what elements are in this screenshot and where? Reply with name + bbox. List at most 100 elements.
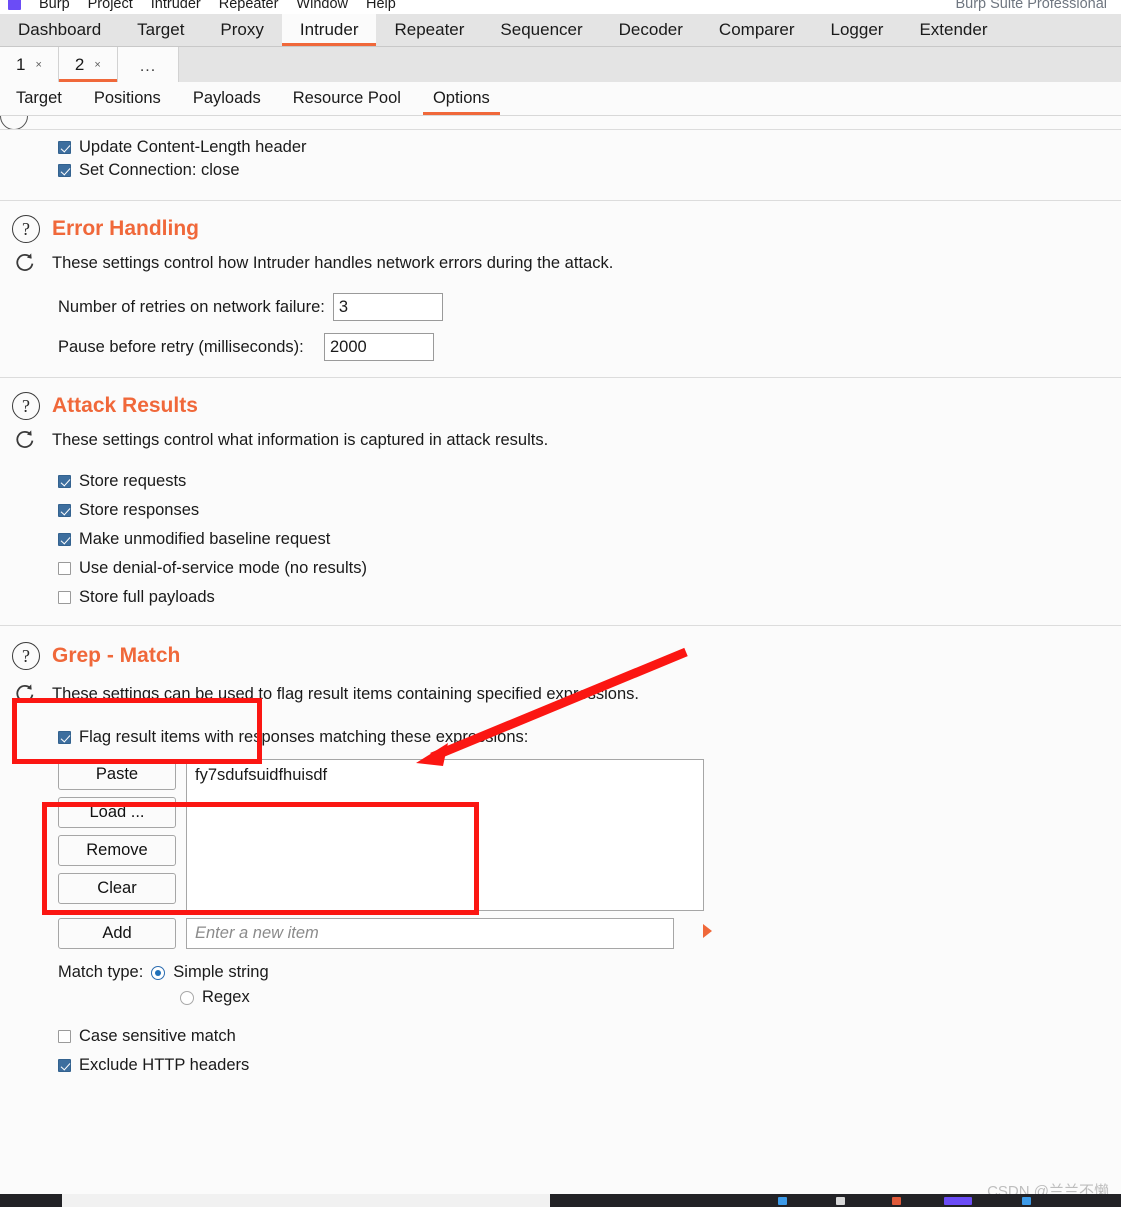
taskbar-window-strip	[62, 1194, 550, 1207]
radio-label: Regex	[202, 988, 250, 1006]
section-description: These settings can be used to flag resul…	[52, 684, 639, 703]
taskbar-icon-2[interactable]	[836, 1197, 845, 1205]
checkbox-exclude-http-headers[interactable]	[58, 1059, 71, 1072]
checkbox-baseline-request[interactable]	[58, 533, 71, 546]
menu-item-help[interactable]: Help	[366, 0, 396, 12]
menu-item-project[interactable]: Project	[88, 0, 133, 12]
subtab-payloads[interactable]: Payloads	[177, 82, 277, 115]
request-headers-section: Update Content-Length header Set Connect…	[0, 130, 1121, 200]
checkbox-label: Exclude HTTP headers	[79, 1056, 250, 1074]
retries-field-row[interactable]: Number of retries on network failure: 3	[0, 283, 1121, 323]
checkbox-case-sensitive-match[interactable]	[58, 1030, 71, 1043]
taskbar-icon-4[interactable]	[944, 1197, 972, 1205]
expand-right-triangle-icon[interactable]	[703, 924, 712, 938]
load-button[interactable]: Load ...	[58, 797, 176, 828]
clear-button[interactable]: Clear	[58, 873, 176, 904]
flag-expressions-row[interactable]: Flag result items with responses matchin…	[0, 714, 1121, 749]
intruder-sub-tab-bar[interactable]: Target Positions Payloads Resource Pool …	[0, 82, 1121, 116]
checkbox-dos-mode[interactable]	[58, 562, 71, 575]
checkbox-row[interactable]: Use denial-of-service mode (no results)	[0, 551, 1121, 580]
checkbox-label: Flag result items with responses matchin…	[79, 728, 529, 746]
tab-sequencer[interactable]: Sequencer	[482, 14, 600, 46]
burp-suite-window: Burp Project Intruder Repeater Window He…	[0, 0, 1121, 1207]
reset-circle-icon[interactable]	[12, 426, 40, 454]
grep-match-description-row: These settings can be used to flag resul…	[0, 674, 1121, 714]
subtab-target[interactable]: Target	[0, 82, 78, 115]
checkbox-label: Update Content-Length header	[79, 138, 307, 156]
close-icon[interactable]: ×	[35, 59, 41, 71]
subtab-resource-pool[interactable]: Resource Pool	[277, 82, 417, 115]
options-scroll-panel[interactable]: Update Content-Length header Set Connect…	[0, 116, 1121, 1194]
checkbox-row[interactable]: Update Content-Length header	[0, 130, 1121, 159]
radio-label: Simple string	[173, 963, 269, 981]
checkbox-row[interactable]: Store requests	[0, 460, 1121, 493]
reset-circle-icon[interactable]	[12, 680, 40, 708]
reset-circle-icon[interactable]	[12, 249, 40, 277]
attack-results-header: ? Attack Results	[0, 378, 1121, 424]
checkbox-label: Set Connection: close	[79, 161, 240, 179]
menu-item-window[interactable]: Window	[296, 0, 348, 12]
checkbox-row[interactable]: Store full payloads	[0, 580, 1121, 625]
tab-repeater[interactable]: Repeater	[376, 14, 482, 46]
add-button[interactable]: Add	[58, 918, 176, 949]
error-handling-description-row: These settings control how Intruder hand…	[0, 247, 1121, 283]
main-tab-bar[interactable]: Dashboard Target Proxy Intruder Repeater…	[0, 14, 1121, 47]
grep-match-header: ? Grep - Match	[0, 626, 1121, 674]
question-circle-icon[interactable]: ?	[12, 642, 40, 670]
new-item-input[interactable]: Enter a new item	[186, 918, 674, 949]
question-circle-icon[interactable]: ?	[12, 215, 40, 243]
checkbox-flag-matching-expressions[interactable]	[58, 731, 71, 744]
checkbox-row[interactable]: Exclude HTTP headers	[0, 1048, 1121, 1077]
remove-button[interactable]: Remove	[58, 835, 176, 866]
checkbox-store-full-payloads[interactable]	[58, 591, 71, 604]
attack-tab-bar[interactable]: 1 × 2 × ...	[0, 47, 1121, 82]
checkbox-store-requests[interactable]	[58, 475, 71, 488]
attack-tab-2[interactable]: 2 ×	[58, 47, 118, 82]
section-title: Error Handling	[52, 217, 200, 240]
grep-match-expression-list[interactable]: fy7sdufsuidfhuisdf	[186, 759, 704, 911]
close-icon[interactable]: ×	[94, 59, 100, 71]
paste-button[interactable]: Paste	[58, 759, 176, 790]
checkbox-set-connection-close[interactable]	[58, 164, 71, 177]
tab-comparer[interactable]: Comparer	[701, 14, 813, 46]
tab-intruder[interactable]: Intruder	[281, 14, 377, 46]
checkbox-row[interactable]: Set Connection: close	[0, 159, 1121, 200]
match-type-row-regex: Regex	[0, 982, 1121, 1007]
grep-match-add-row: Add Enter a new item	[0, 911, 1121, 949]
checkbox-row[interactable]: Case sensitive match	[0, 1007, 1121, 1048]
pause-field-row[interactable]: Pause before retry (milliseconds): 2000	[0, 323, 1121, 377]
list-item[interactable]: fy7sdufsuidfhuisdf	[195, 766, 695, 785]
subtab-options[interactable]: Options	[417, 82, 506, 115]
checkbox-label: Make unmodified baseline request	[79, 530, 331, 548]
attack-tab-more[interactable]: ...	[117, 47, 180, 82]
tab-extender[interactable]: Extender	[901, 14, 1005, 46]
os-taskbar	[0, 1194, 1121, 1207]
taskbar-icon-3[interactable]	[892, 1197, 901, 1205]
grep-match-list-editor: Paste Load ... Remove Clear fy7sdufsuidf…	[0, 749, 1121, 911]
taskbar-icon-1[interactable]	[778, 1197, 787, 1205]
pause-input[interactable]: 2000	[324, 333, 434, 361]
tab-dashboard[interactable]: Dashboard	[0, 14, 119, 46]
checkbox-row[interactable]: Store responses	[0, 493, 1121, 522]
retries-input[interactable]: 3	[332, 293, 443, 321]
window-title: Burp Suite Professional	[955, 0, 1107, 12]
grep-match-section: ? Grep - Match These settings can be use…	[0, 626, 1121, 1077]
radio-simple-string[interactable]	[151, 965, 166, 980]
section-title: Grep - Match	[52, 644, 181, 667]
radio-regex[interactable]	[180, 990, 194, 1005]
taskbar-icon-5[interactable]	[1022, 1197, 1031, 1205]
attack-tab-1[interactable]: 1 ×	[0, 47, 59, 82]
menu-item-intruder[interactable]: Intruder	[151, 0, 201, 12]
tab-decoder[interactable]: Decoder	[601, 14, 701, 46]
checkbox-update-content-length[interactable]	[58, 141, 71, 154]
menu-item-repeater[interactable]: Repeater	[219, 0, 279, 12]
tab-target[interactable]: Target	[119, 14, 202, 46]
checkbox-label: Store responses	[79, 501, 200, 519]
menu-item-burp[interactable]: Burp	[39, 0, 70, 12]
tab-proxy[interactable]: Proxy	[202, 14, 281, 46]
checkbox-row[interactable]: Make unmodified baseline request	[0, 522, 1121, 551]
question-circle-icon[interactable]: ?	[12, 392, 40, 420]
tab-logger[interactable]: Logger	[813, 14, 902, 46]
checkbox-store-responses[interactable]	[58, 504, 71, 517]
subtab-positions[interactable]: Positions	[78, 82, 177, 115]
